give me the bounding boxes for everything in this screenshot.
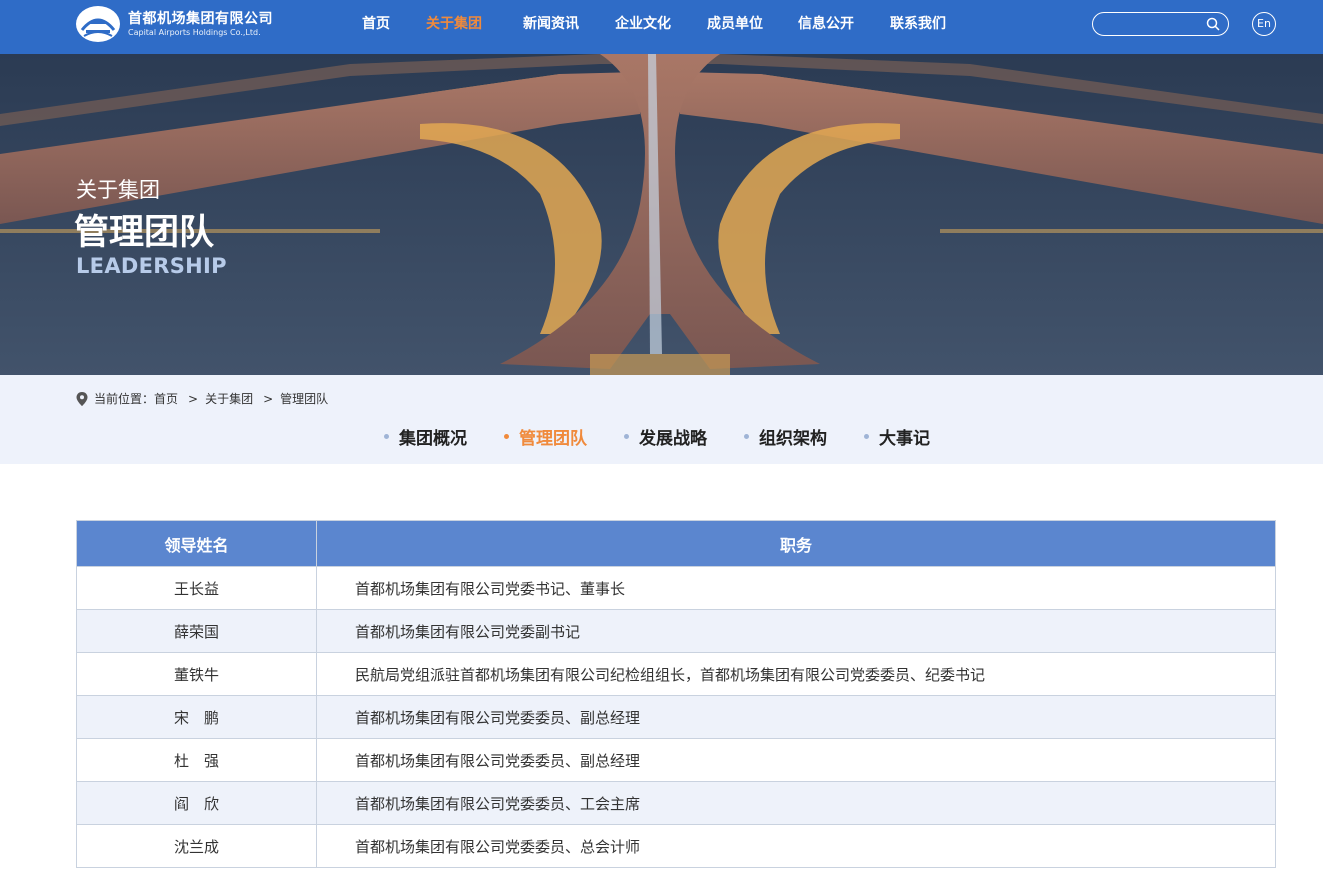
banner-subtitle: 关于集团: [76, 178, 160, 202]
leader-name: 沈兰成: [76, 824, 317, 868]
leader-duty: 首都机场集团有限公司党委委员、工会主席: [316, 781, 1276, 825]
subnav-label: 大事记: [879, 429, 930, 449]
bullet-dot-icon: [384, 434, 389, 439]
hero-banner: 关于集团 管理团队 LEADERSHIP: [0, 54, 1323, 375]
search-icon[interactable]: [1206, 17, 1220, 31]
table-row: 薛荣国 首都机场集团有限公司党委副书记: [76, 609, 1276, 653]
nav-culture[interactable]: 企业文化: [615, 0, 707, 54]
site-header: 首都机场集团有限公司 Capital Airports Holdings Co.…: [0, 0, 1323, 54]
column-header-duty: 职务: [316, 520, 1276, 567]
leader-duty: 首都机场集团有限公司党委副书记: [316, 609, 1276, 653]
table-row: 宋 鹏 首都机场集团有限公司党委委员、副总经理: [76, 695, 1276, 739]
column-header-name: 领导姓名: [76, 520, 317, 567]
leader-name: 薛荣国: [76, 609, 317, 653]
leader-duty: 民航局党组派驻首都机场集团有限公司纪检组组长，首都机场集团有限公司党委委员、纪委…: [316, 652, 1276, 696]
site-logo[interactable]: 首都机场集团有限公司 Capital Airports Holdings Co.…: [76, 6, 273, 42]
language-switch-button[interactable]: En: [1252, 12, 1276, 36]
breadcrumb: 当前位置： 首页 > 关于集团 > 管理团队: [76, 390, 328, 407]
page-title: 管理团队: [74, 213, 215, 253]
nav-news[interactable]: 新闻资讯: [523, 0, 615, 54]
leader-duty: 首都机场集团有限公司党委委员、副总经理: [316, 738, 1276, 782]
nav-disclosure[interactable]: 信息公开: [798, 0, 890, 54]
nav-home[interactable]: 首页: [362, 0, 426, 54]
breadcrumb-about[interactable]: 关于集团: [205, 390, 253, 407]
page-title-en: LEADERSHIP: [76, 254, 227, 278]
location-pin-icon: [76, 391, 88, 406]
table-row: 董铁牛 民航局党组派驻首都机场集团有限公司纪检组组长，首都机场集团有限公司党委委…: [76, 652, 1276, 696]
bullet-dot-icon: [624, 434, 629, 439]
subnav-organization[interactable]: 组织架构: [744, 424, 827, 449]
breadcrumb-current: 管理团队: [280, 392, 329, 406]
section-subbar: 当前位置： 首页 > 关于集团 > 管理团队 集团概况 管理团队 发展战略 组织…: [0, 375, 1323, 464]
main-nav: 首页 关于集团 新闻资讯 企业文化 成员单位 信息公开 联系我们: [362, 0, 970, 54]
bullet-dot-icon: [744, 434, 749, 439]
search-box: [1092, 12, 1229, 36]
table-row: 沈兰成 首都机场集团有限公司党委委员、总会计师: [76, 824, 1276, 868]
leader-duty: 首都机场集团有限公司党委书记、董事长: [316, 566, 1276, 610]
table-header-row: 领导姓名 职务: [76, 520, 1276, 567]
nav-members[interactable]: 成员单位: [707, 0, 798, 54]
subnav-label: 管理团队: [519, 429, 587, 449]
logo-name-cn: 首都机场集团有限公司: [128, 11, 273, 27]
table-row: 王长益 首都机场集团有限公司党委书记、董事长: [76, 566, 1276, 610]
leader-name: 杜 强: [76, 738, 317, 782]
breadcrumb-prefix: 当前位置：: [94, 392, 155, 406]
leader-duty: 首都机场集团有限公司党委委员、总会计师: [316, 824, 1276, 868]
subnav-strategy[interactable]: 发展战略: [624, 424, 707, 449]
subnav-milestones[interactable]: 大事记: [864, 424, 930, 449]
breadcrumb-home[interactable]: 首页: [154, 390, 178, 407]
nav-about[interactable]: 关于集团: [426, 0, 523, 54]
leader-name: 阎 欣: [76, 781, 317, 825]
logo-emblem-icon: [76, 6, 120, 42]
bullet-dot-icon: [864, 434, 869, 439]
subnav-label: 集团概况: [399, 429, 467, 449]
subnav-overview[interactable]: 集团概况: [384, 424, 467, 449]
breadcrumb-separator: >: [188, 391, 199, 406]
nav-contact[interactable]: 联系我们: [890, 0, 970, 54]
search-input[interactable]: [1103, 15, 1203, 33]
leadership-table: 领导姓名 职务 王长益 首都机场集团有限公司党委书记、董事长 薛荣国 首都机场集…: [76, 520, 1276, 868]
table-row: 阎 欣 首都机场集团有限公司党委委员、工会主席: [76, 781, 1276, 825]
bullet-dot-icon: [504, 434, 509, 439]
leader-name: 宋 鹏: [76, 695, 317, 739]
subnav-label: 发展战略: [639, 429, 707, 449]
leader-duty: 首都机场集团有限公司党委委员、副总经理: [316, 695, 1276, 739]
logo-name-en: Capital Airports Holdings Co.,Ltd.: [128, 28, 261, 37]
subnav-leadership[interactable]: 管理团队: [504, 424, 587, 449]
leadership-table-container: 领导姓名 职务 王长益 首都机场集团有限公司党委书记、董事长 薛荣国 首都机场集…: [76, 520, 1276, 868]
breadcrumb-separator: >: [263, 391, 274, 406]
logo-text: 首都机场集团有限公司 Capital Airports Holdings Co.…: [128, 10, 273, 38]
table-row: 杜 强 首都机场集团有限公司党委委员、副总经理: [76, 738, 1276, 782]
subnav-label: 组织架构: [759, 429, 827, 449]
section-subnav: 集团概况 管理团队 发展战略 组织架构 大事记: [384, 424, 967, 449]
leader-name: 董铁牛: [76, 652, 317, 696]
leader-name: 王长益: [76, 566, 317, 610]
